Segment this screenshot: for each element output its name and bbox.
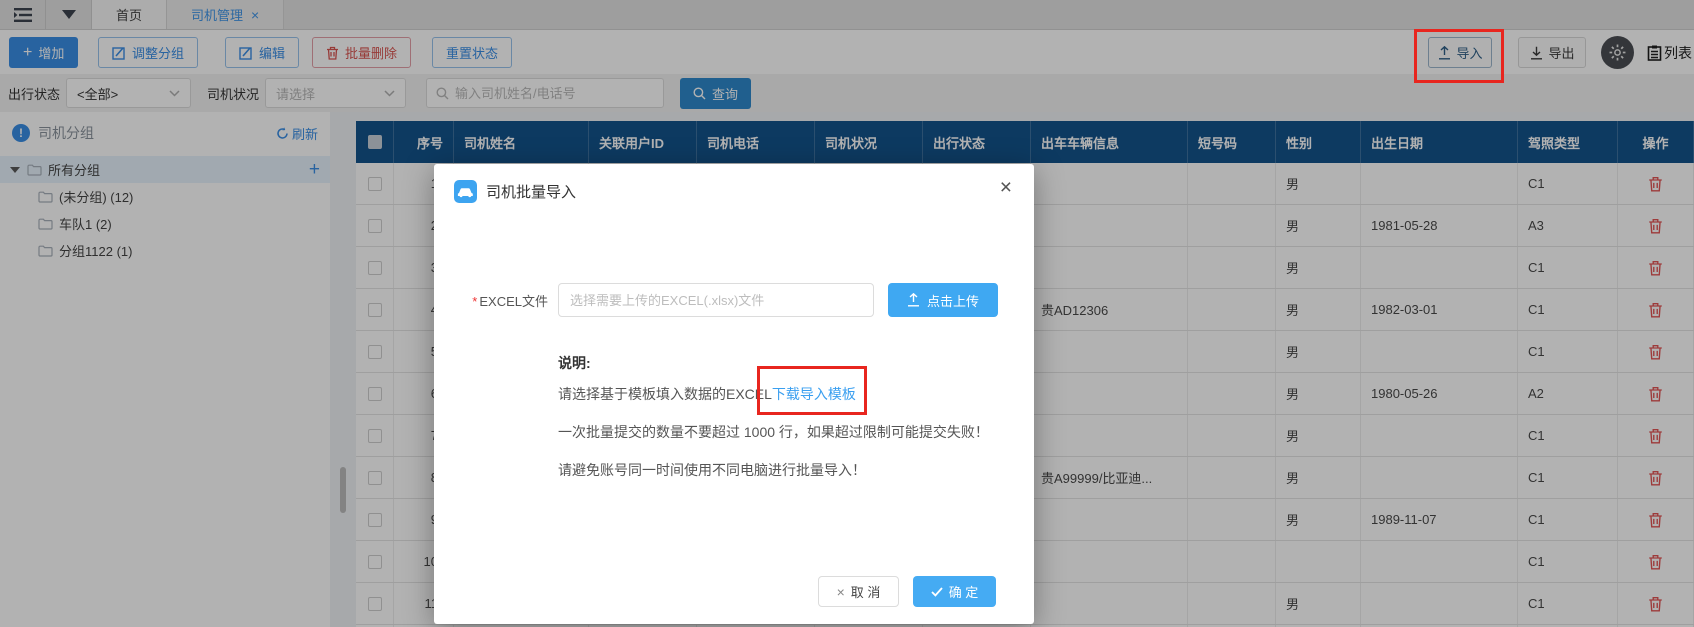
cancel-button-label: 取 消 <box>850 585 881 600</box>
note-line-2: 一次批量提交的数量不要超过 1000 行，如果超过限制可能提交失败！ <box>558 424 989 440</box>
upload-icon <box>907 293 919 307</box>
excel-file-row: *EXCEL文件 点击上传 <box>434 283 1034 317</box>
note-line-1: 请选择基于模板填入数据的EXCEL下载导入模板 <box>558 386 856 402</box>
upload-button-label: 点击上传 <box>926 293 979 309</box>
excel-file-label: * EXCEL文件 <box>472 293 548 309</box>
confirm-button-label: 确 定 <box>948 585 979 600</box>
batch-import-dialog: 司机批量导入 × *EXCEL文件 点击上传 说明: 请选择基于模板填入数据的E… <box>434 164 1034 624</box>
x-icon: × <box>836 583 845 600</box>
click-upload-button[interactable]: 点击上传 <box>888 283 998 317</box>
note-line-3: 请避免账号同一时间使用不同电脑进行批量导入！ <box>558 462 866 478</box>
close-icon[interactable]: × <box>1000 177 1012 198</box>
required-mark: * <box>472 293 478 309</box>
cancel-button[interactable]: × 取 消 <box>818 576 899 607</box>
download-template-link[interactable]: 下载导入模板 <box>772 386 856 402</box>
excel-file-input[interactable] <box>558 283 874 317</box>
car-app-icon <box>454 180 477 203</box>
dialog-title-row: 司机批量导入 <box>454 180 576 203</box>
confirm-button[interactable]: 确 定 <box>913 576 996 607</box>
dialog-title: 司机批量导入 <box>486 184 577 201</box>
note-title: 说明: <box>558 355 591 371</box>
check-icon <box>931 586 943 597</box>
